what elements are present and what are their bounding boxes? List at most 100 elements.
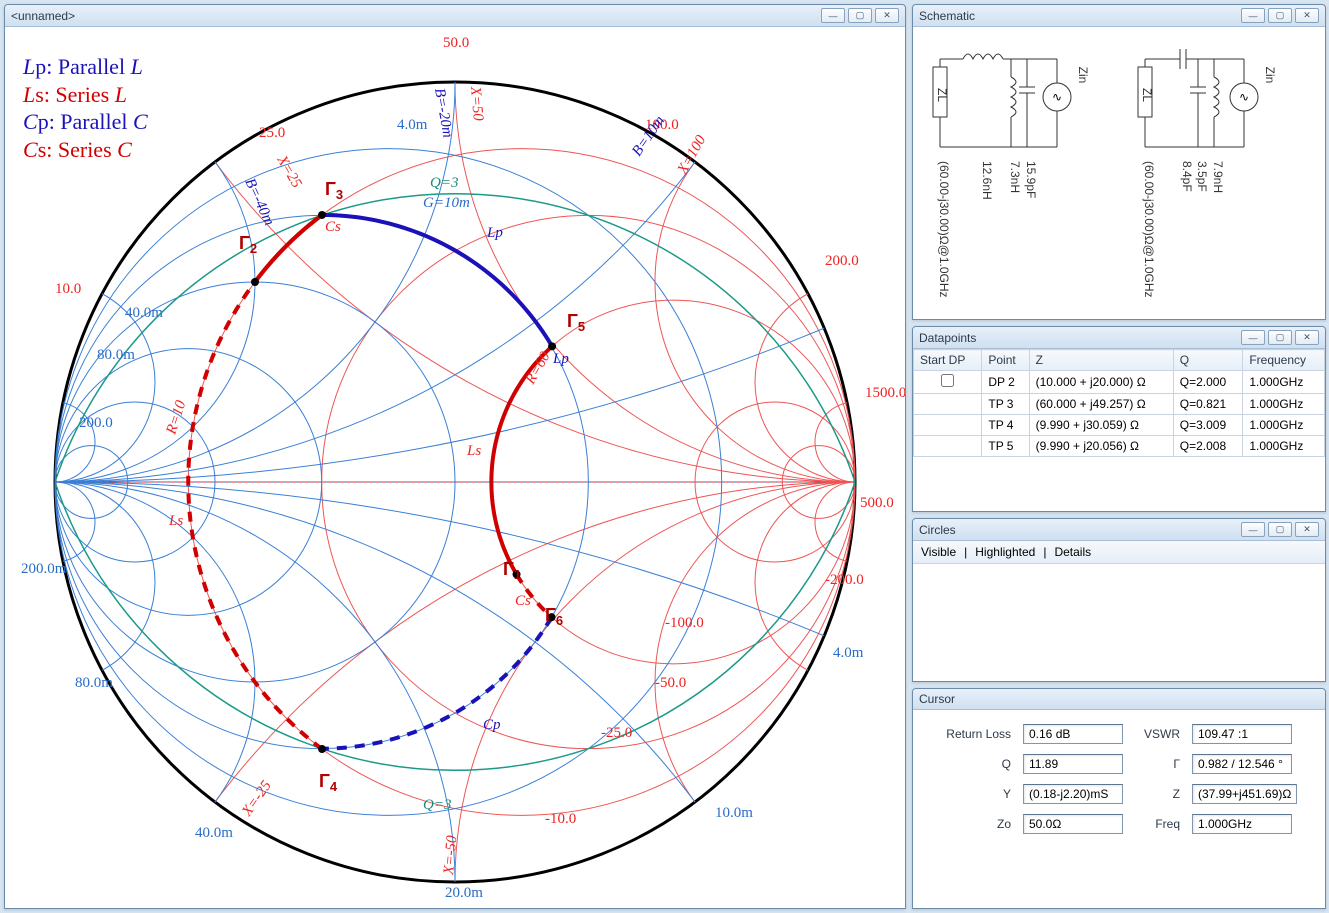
dp-cell-q: Q=3.009	[1173, 415, 1243, 436]
maximize-icon[interactable]: ▢	[1268, 522, 1292, 537]
schematic-canvas: ZL∿Zin(60.00-j30.00)Ω@1.0GHz12.6nH7.3nH1…	[913, 27, 1325, 319]
dp-h-q[interactable]: Q	[1173, 350, 1243, 371]
cursor-titlebar[interactable]: Cursor	[913, 689, 1325, 710]
schematic-titlebar[interactable]: Schematic — ▢ ✕	[913, 5, 1325, 27]
cursor-q-value: 11.89	[1023, 754, 1123, 774]
smith-chart-canvas[interactable]: Lp: Parallel L Ls: Series L Cp: Parallel…	[5, 27, 905, 908]
gamma-2: Γ2	[239, 233, 257, 256]
circles-h-details[interactable]: Details	[1054, 545, 1091, 559]
datapoints-scroll[interactable]: Start DP Point Z Q Frequency DP 2(10.000…	[913, 349, 1325, 511]
ann-Cs2: Cs	[515, 593, 531, 609]
table-row[interactable]: TP 3(60.000 + j49.257) ΩQ=0.8211.000GHz	[914, 394, 1325, 415]
cursor-title: Cursor	[919, 692, 955, 706]
dp-h-point[interactable]: Point	[982, 350, 1029, 371]
svg-text:∿: ∿	[1052, 90, 1062, 104]
cursor-vswr-label: VSWR	[1135, 727, 1180, 741]
maximize-icon[interactable]: ▢	[1268, 330, 1292, 345]
cursor-rl-label: Return Loss	[931, 727, 1011, 741]
svg-text:(60.00-j30.00)Ω@1.0GHz: (60.00-j30.00)Ω@1.0GHz	[937, 161, 951, 298]
lbl-top-50: 50.0	[443, 35, 469, 51]
minimize-icon[interactable]: —	[1241, 330, 1265, 345]
ann-Ls2: Ls	[168, 513, 183, 529]
gamma-5: Γ5	[567, 311, 585, 334]
lbl-bot-50: -50.0	[655, 675, 686, 691]
lbl-adm-80t: 80.0m	[97, 347, 135, 363]
schematic-title: Schematic	[919, 9, 975, 23]
lbl-bot-200: -200.0	[825, 572, 864, 588]
cursor-freq-label: Freq	[1135, 817, 1180, 831]
circles-h-visible[interactable]: Visible	[921, 545, 956, 559]
lbl-X50: X=50	[467, 85, 486, 122]
table-row[interactable]: TP 5(9.990 + j20.056) ΩQ=2.0081.000GHz	[914, 436, 1325, 457]
dp-cell-point: TP 3	[982, 394, 1029, 415]
cursor-y-value: (0.18-j2.20)mS	[1023, 784, 1123, 804]
lbl-adm-200t: 200.0	[79, 415, 113, 431]
table-row[interactable]: DP 2(10.000 + j20.000) ΩQ=2.0001.000GHz	[914, 371, 1325, 394]
svg-text:(60.00-j30.00)Ω@1.0GHz: (60.00-j30.00)Ω@1.0GHz	[1142, 161, 1156, 298]
svg-text:Zin: Zin	[1076, 67, 1090, 84]
gamma-1: Γ1	[503, 559, 521, 582]
close-icon[interactable]: ✕	[1295, 8, 1319, 23]
close-icon[interactable]: ✕	[1295, 330, 1319, 345]
maximize-icon[interactable]: ▢	[848, 8, 872, 23]
minimize-icon[interactable]: —	[1241, 8, 1265, 23]
dp-cell-q: Q=2.000	[1173, 371, 1243, 394]
smith-chart-svg: 50.0 25.0 100.0 200.0 1500.0 500.0 -200.…	[5, 27, 905, 910]
ann-R10: R=10	[163, 398, 189, 437]
minimize-icon[interactable]: —	[821, 8, 845, 23]
svg-text:15.9pF: 15.9pF	[1024, 161, 1038, 198]
lbl-adm-20m: 20.0m	[445, 885, 483, 901]
gamma-3: Γ3	[325, 179, 343, 202]
ann-Cp: Cp	[483, 717, 501, 733]
gamma-4: Γ4	[319, 771, 338, 794]
svg-text:7.3nH: 7.3nH	[1008, 161, 1022, 193]
svg-text:3.5pF: 3.5pF	[1195, 161, 1209, 192]
lbl-adm-40m: 40.0m	[195, 825, 233, 841]
close-icon[interactable]: ✕	[1295, 522, 1319, 537]
lbl-Bn20: B=-20m	[431, 87, 455, 139]
maximize-icon[interactable]: ▢	[1268, 8, 1292, 23]
lbl-right-500: 500.0	[860, 495, 894, 511]
start-dp-checkbox[interactable]	[941, 374, 954, 387]
ann-Lp1: Lp	[486, 225, 503, 241]
circles-title: Circles	[919, 523, 956, 537]
cursor-rl-value: 0.16 dB	[1023, 724, 1123, 744]
svg-text:Zin: Zin	[1263, 67, 1277, 84]
smith-chart-window: <unnamed> — ▢ ✕ Lp: Parallel L Ls: Serie…	[4, 4, 906, 909]
svg-text:ZL: ZL	[1140, 88, 1154, 102]
circles-titlebar[interactable]: Circles — ▢ ✕	[913, 519, 1325, 541]
dp-cell-q: Q=2.008	[1173, 436, 1243, 457]
dp-cell-freq: 1.000GHz	[1243, 436, 1325, 457]
lbl-adm-40t: 40.0m	[125, 305, 163, 321]
lbl-Xn50: X=-50	[441, 834, 460, 876]
ann-G10m: G=10m	[423, 195, 470, 211]
dp-cell-q: Q=0.821	[1173, 394, 1243, 415]
ann-Lp2: Lp	[552, 351, 569, 367]
smith-titlebar[interactable]: <unnamed> — ▢ ✕	[5, 5, 905, 27]
dp-h-start[interactable]: Start DP	[914, 350, 982, 371]
dp-h-z[interactable]: Z	[1029, 350, 1173, 371]
svg-text:8.4pF: 8.4pF	[1180, 161, 1194, 192]
close-icon[interactable]: ✕	[875, 8, 899, 23]
lbl-adm-4m-top: 4.0m	[397, 117, 428, 133]
dp-cell-point: TP 4	[982, 415, 1029, 436]
dp-cell-z: (9.990 + j20.056) Ω	[1029, 436, 1173, 457]
datapoints-titlebar[interactable]: Datapoints — ▢ ✕	[913, 327, 1325, 349]
datapoints-window: Datapoints — ▢ ✕ Start DP Point Z Q Freq…	[912, 326, 1326, 512]
lbl-left-10: 10.0	[55, 281, 81, 297]
circles-window: Circles — ▢ ✕ Visible| Highlighted| Deta…	[912, 518, 1326, 682]
table-row[interactable]: TP 4(9.990 + j30.059) ΩQ=3.0091.000GHz	[914, 415, 1325, 436]
lbl-X25: X=25	[273, 152, 305, 191]
dp-cell-z: (9.990 + j30.059) Ω	[1029, 415, 1173, 436]
ann-R60: R=60	[522, 349, 554, 388]
ann-Q3-bot: Q=3	[423, 797, 451, 813]
circles-body[interactable]	[913, 564, 1325, 680]
svg-text:∿: ∿	[1239, 90, 1249, 104]
ann-Cs1: Cs	[325, 219, 341, 235]
cursor-zo-value: 50.0Ω	[1023, 814, 1123, 834]
dp-cell-point: DP 2	[982, 371, 1029, 394]
dp-h-freq[interactable]: Frequency	[1243, 350, 1325, 371]
minimize-icon[interactable]: —	[1241, 522, 1265, 537]
schematic-window: Schematic — ▢ ✕ ZL ∿ Zin (60.00-j30.00)Ω@1.…	[912, 4, 1326, 320]
circles-h-highlighted[interactable]: Highlighted	[975, 545, 1035, 559]
